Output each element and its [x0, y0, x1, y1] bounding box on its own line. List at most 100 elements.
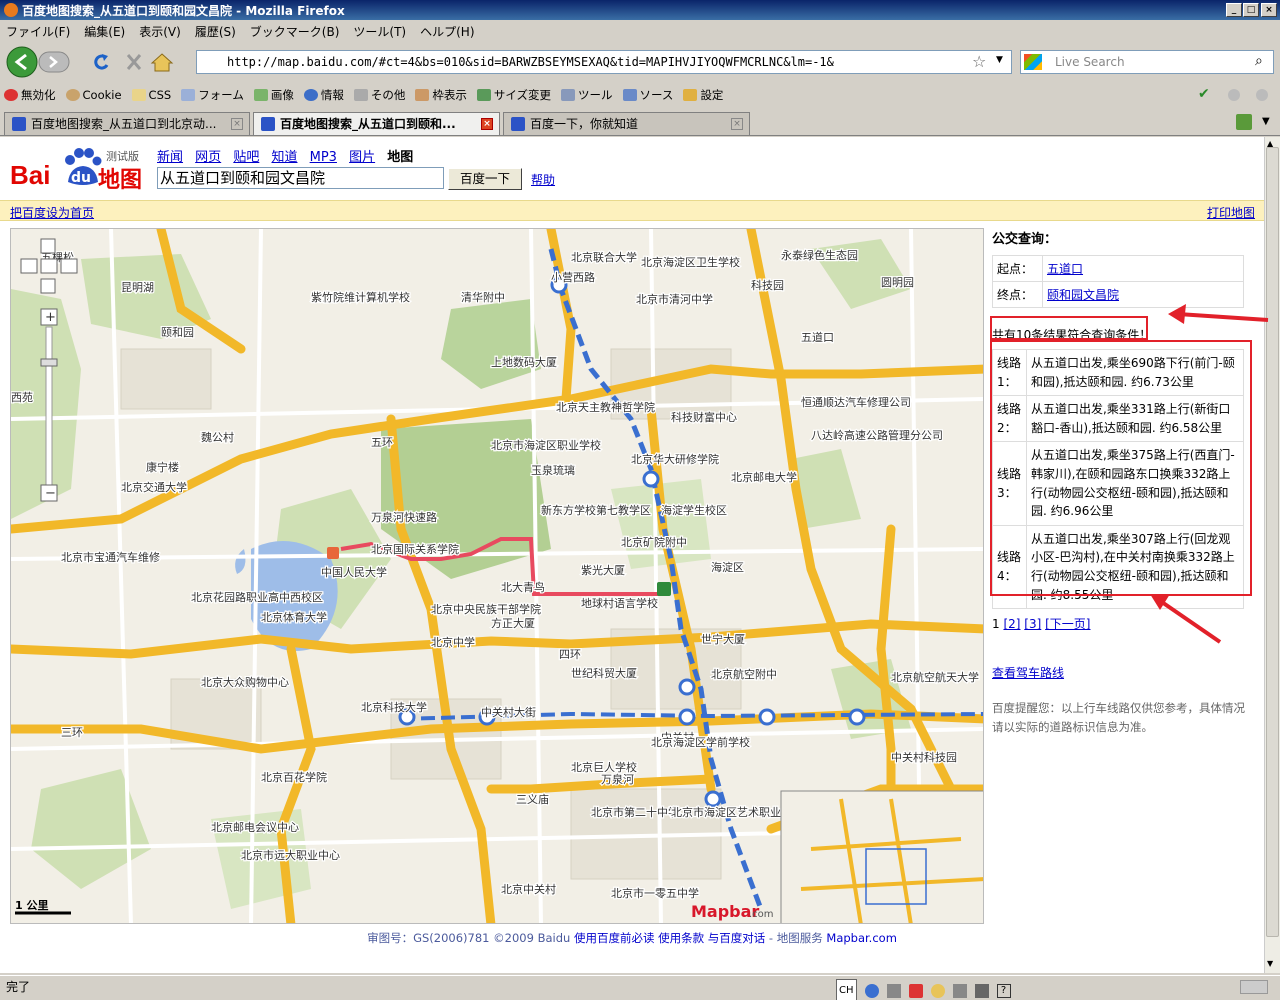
ime-help-icon[interactable]: ?: [996, 984, 1011, 998]
search-magnifier-icon[interactable]: ⌕: [1255, 53, 1263, 69]
address-bar[interactable]: http://map.baidu.com/#ct=4&bs=010&sid=BA…: [196, 50, 1012, 74]
status-dot-icon[interactable]: [1228, 89, 1240, 101]
toolbar-images[interactable]: 画像: [253, 87, 294, 103]
ime-zh-icon[interactable]: [908, 984, 923, 998]
map-label: 北京市清河中学: [636, 292, 713, 306]
nav-web[interactable]: 网页: [195, 150, 221, 165]
menu-help[interactable]: ヘルプ(H): [420, 23, 474, 40]
tab-close-icon[interactable]: ×: [481, 118, 493, 130]
toolbar-css[interactable]: CSS: [131, 88, 171, 102]
start-link[interactable]: 五道口: [1047, 262, 1083, 276]
home-icon[interactable]: [150, 53, 174, 72]
minimize-icon[interactable]: _: [1226, 3, 1242, 17]
menu-file[interactable]: ファイル(F): [6, 23, 70, 40]
toolbar-outline-label: 枠表示: [432, 88, 467, 102]
ime-soft-kb-icon[interactable]: [974, 984, 989, 998]
end-link[interactable]: 颐和园文昌院: [1047, 288, 1119, 302]
toolbar-resize[interactable]: サイズ変更: [476, 87, 551, 103]
addon-status-icon[interactable]: [1240, 980, 1268, 994]
pan-down-icon[interactable]: [40, 278, 56, 294]
map-label: 圆明园: [881, 276, 914, 289]
tab-3[interactable]: 百度一下，你就知道 ×: [503, 112, 750, 135]
bookmark-star-icon[interactable]: ☆: [972, 52, 986, 71]
link-feedback[interactable]: 与百度对话: [708, 931, 766, 945]
help-link[interactable]: 帮助: [531, 171, 555, 188]
toolbar-forms[interactable]: フォーム: [181, 87, 244, 103]
link-mapbar[interactable]: Mapbar.com: [826, 931, 897, 945]
maximize-icon[interactable]: □: [1243, 3, 1259, 17]
menu-history[interactable]: 履歴(S): [195, 23, 236, 40]
toolbar-outline[interactable]: 枠表示: [415, 87, 467, 103]
link-read-first[interactable]: 使用百度前必读: [574, 931, 655, 945]
toolbar-source[interactable]: ソース: [622, 87, 673, 103]
search-input[interactable]: Live Search: [1020, 50, 1274, 74]
nav-images[interactable]: 图片: [349, 150, 375, 165]
ime-status-icon[interactable]: [864, 984, 879, 998]
map-label: 八达岭高速公路管理分公司: [811, 428, 943, 442]
toolbar-cookie[interactable]: Cookie: [65, 88, 122, 102]
drive-route-link[interactable]: 查看驾车路线: [992, 666, 1064, 680]
map-search-input[interactable]: 从五道口到颐和园文昌院: [157, 167, 444, 189]
overview-map[interactable]: [780, 790, 984, 924]
search-engine-icon[interactable]: [1024, 54, 1042, 70]
zoom-slider-track[interactable]: [45, 326, 53, 488]
forward-icon[interactable]: [38, 51, 70, 73]
tab-close-icon[interactable]: ×: [231, 118, 243, 130]
menu-edit[interactable]: 編集(E): [84, 23, 125, 40]
developer-toolbar: 無効化 Cookie CSS フォーム 画像 情報 その他 枠表示 サイズ変更 …: [0, 84, 1280, 106]
pan-right-icon[interactable]: [60, 258, 78, 274]
ime-ch-icon[interactable]: CH: [836, 979, 857, 1000]
link-terms[interactable]: 使用条款: [658, 931, 704, 945]
subway-station-icon: [678, 708, 696, 726]
pager-page-2[interactable]: [2]: [1003, 617, 1020, 631]
pager-next[interactable]: [下一页]: [1045, 617, 1090, 631]
toolbar-info[interactable]: 情報: [303, 87, 344, 103]
tab-2[interactable]: 百度地图搜索_从五道口到颐和... ×: [253, 112, 500, 135]
settings-icon: [683, 89, 698, 101]
status-dot-icon-2[interactable]: [1256, 89, 1268, 101]
menu-view[interactable]: 表示(V): [139, 23, 181, 40]
map-label: 康宁楼: [146, 460, 179, 474]
nav-zhidao[interactable]: 知道: [271, 150, 297, 165]
close-icon[interactable]: ×: [1261, 3, 1277, 17]
stop-icon[interactable]: [126, 54, 142, 70]
map-label: 三义庙: [516, 792, 549, 806]
ime-mode-icon[interactable]: [886, 984, 901, 998]
subway-station-icon: [678, 678, 696, 696]
nav-mp3[interactable]: MP3: [310, 150, 337, 165]
tab-list-icon[interactable]: ▼: [1262, 116, 1270, 127]
zoom-slider-thumb[interactable]: [40, 358, 58, 367]
back-icon[interactable]: [6, 46, 38, 78]
map-label: 永泰绿色生态园: [781, 248, 858, 262]
reload-icon[interactable]: [94, 54, 109, 70]
toolbar-misc[interactable]: その他: [353, 87, 405, 103]
toolbar-tools[interactable]: ツール: [561, 87, 613, 103]
map-label: 中关村大街: [481, 705, 536, 719]
pan-center-icon[interactable]: [40, 258, 58, 274]
map-label: 北京华大研修学院: [631, 452, 719, 466]
toolbar-settings[interactable]: 設定: [683, 87, 723, 103]
ime-moon-icon[interactable]: [930, 984, 945, 998]
checkmark-icon[interactable]: ✔: [1198, 86, 1210, 102]
map-canvas[interactable]: 北京八维计算机学校 北京市清河中学 小营西路 北京海淀区卫生学校 永泰绿色生态园 圆明园上…: [10, 228, 984, 924]
nav-tieba[interactable]: 贴吧: [233, 150, 259, 165]
pager-current: 1: [992, 617, 1000, 632]
tab-close-icon[interactable]: ×: [731, 118, 743, 130]
set-homepage-link[interactable]: 把百度设为首页: [10, 204, 94, 221]
toolbar-disable[interactable]: 無効化: [4, 87, 56, 103]
print-map-link[interactable]: 打印地图: [1207, 204, 1255, 221]
search-button[interactable]: 百度一下: [448, 168, 522, 190]
map-svg[interactable]: 北京八维计算机学校 北京市清河中学小营西路北京海淀区卫生学校永泰绿色生态园圆明园上…: [11, 229, 984, 924]
pan-up-icon[interactable]: [40, 238, 56, 254]
new-tab-icon[interactable]: [1236, 114, 1252, 130]
menu-tools[interactable]: ツール(T): [353, 23, 406, 40]
url-dropdown-icon[interactable]: ▼: [996, 55, 1003, 65]
tab-1[interactable]: 百度地图搜索_从五道口到北京动... ×: [4, 112, 250, 135]
baidu-map-logo[interactable]: Bai du 地图 测试版: [10, 148, 150, 193]
pan-left-icon[interactable]: [20, 258, 38, 274]
pager-page-3[interactable]: [3]: [1024, 617, 1041, 631]
menu-bookmarks[interactable]: ブックマーク(B): [250, 23, 340, 40]
scroll-down-icon[interactable]: ▼: [1267, 959, 1273, 968]
ime-punct-icon[interactable]: [952, 984, 967, 998]
nav-news[interactable]: 新闻: [157, 150, 183, 165]
